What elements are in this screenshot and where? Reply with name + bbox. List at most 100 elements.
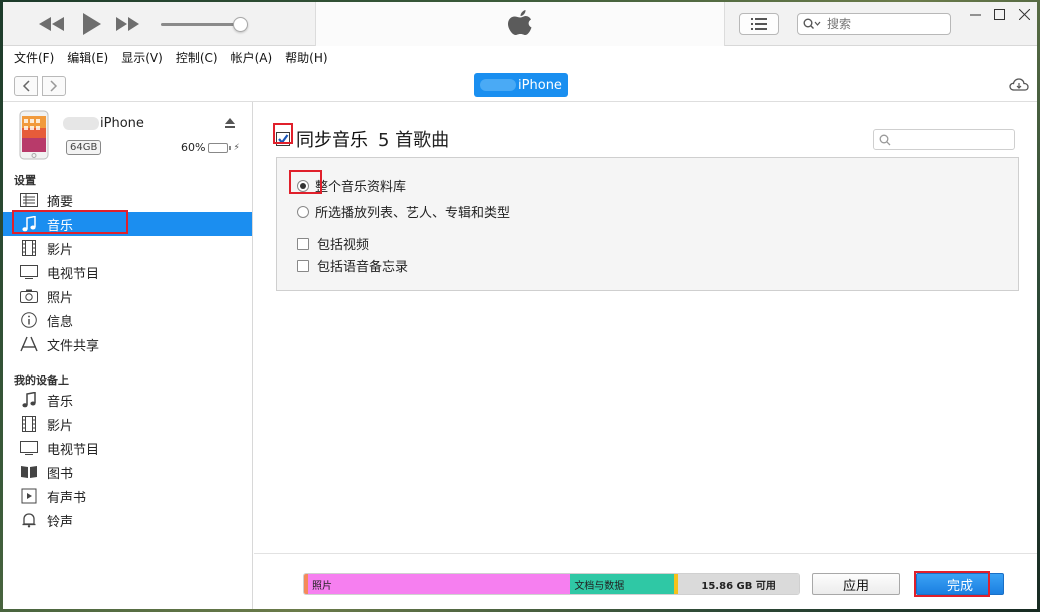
sidebar-item-file-sharing[interactable]: 文件共享	[3, 332, 252, 356]
selected-items-radio[interactable]	[297, 205, 309, 218]
battery-percent: 60%	[181, 141, 206, 154]
info-icon	[21, 312, 37, 328]
sidebar-item-device-ringtones[interactable]: 铃声	[3, 508, 252, 532]
sidebar-item-label: 铃声	[47, 514, 74, 530]
option-label: 整个音乐资料库	[315, 180, 407, 195]
entire-library-radio[interactable]	[297, 179, 309, 192]
option-label: 所选播放列表、艺人、专辑和类型	[315, 206, 511, 221]
bell-icon	[22, 513, 36, 528]
option-include-videos[interactable]: 包括视频	[297, 234, 369, 253]
forward-button[interactable]	[42, 76, 66, 96]
menu-controls[interactable]: 控制(C)	[176, 49, 218, 66]
iphone-icon	[19, 110, 49, 160]
tv-icon	[20, 265, 38, 279]
next-track-button[interactable]	[113, 10, 143, 38]
sidebar-item-music[interactable]: 音乐	[3, 212, 252, 236]
sidebar-item-label: 摘要	[47, 194, 74, 210]
storage-segment: 文档与数据	[570, 574, 675, 594]
device-button[interactable]: iPhone	[474, 73, 568, 97]
sidebar-item-device-audiobooks[interactable]: 有声书	[3, 484, 252, 508]
sidebar-item-label: 文件共享	[47, 338, 100, 354]
cloud-icon[interactable]	[1009, 77, 1029, 93]
list-view-button[interactable]	[739, 13, 779, 35]
maximize-icon	[993, 8, 1005, 20]
film-icon	[22, 416, 36, 432]
sidebar-item-label: 音乐	[47, 218, 74, 234]
rewind-icon	[39, 17, 64, 31]
sidebar-item-label: 信息	[47, 314, 74, 330]
sidebar-item-label: 音乐	[47, 394, 74, 410]
eject-icon[interactable]	[223, 116, 237, 130]
sidebar-item-summary[interactable]: 摘要	[3, 188, 252, 212]
sidebar-item-device-tv-shows[interactable]: 电视节目	[3, 436, 252, 460]
sidebar-item-label: 影片	[47, 242, 74, 258]
sidebar-item-movies[interactable]: 影片	[3, 236, 252, 260]
sidebar-item-device-movies[interactable]: 影片	[3, 412, 252, 436]
device-info: iPhone 64GB 60% ⚡	[3, 102, 253, 166]
search-icon	[803, 18, 821, 29]
tv-icon	[20, 441, 38, 455]
maximize-button[interactable]	[988, 5, 1010, 23]
audiobook-icon	[21, 488, 37, 504]
apply-button[interactable]: 应用	[812, 573, 900, 595]
chevron-right-icon	[50, 80, 58, 92]
storage-bar: 照片 文档与数据 15.86 GB 可用	[303, 573, 800, 595]
sidebar: iPhone 64GB 60% ⚡ 设置 摘要 音乐 影片 电视节目 照片 信息…	[3, 102, 253, 609]
sidebar-item-info[interactable]: 信息	[3, 308, 252, 332]
include-voice-memos-checkbox[interactable]	[297, 259, 309, 272]
sidebar-item-tv-shows[interactable]: 电视节目	[3, 260, 252, 284]
on-device-section-title: 我的设备上	[14, 374, 69, 387]
apple-logo-icon	[508, 10, 532, 35]
main-content: 同步音乐 5 首歌曲 整个音乐资料库 所选播放列表、艺人、专辑和类型 包括视频 …	[254, 102, 1037, 609]
previous-track-button[interactable]	[37, 10, 67, 38]
search-input[interactable]	[827, 17, 937, 31]
itunes-window: 文件(F) 编辑(E) 显示(V) 控制(C) 帐户(A) 帮助(H) iPho…	[3, 2, 1037, 609]
settings-section-title: 设置	[14, 174, 36, 187]
title-bar	[3, 2, 1037, 46]
back-button[interactable]	[14, 76, 38, 96]
sidebar-item-label: 照片	[47, 290, 74, 306]
play-button[interactable]	[77, 10, 107, 38]
app-store-icon	[20, 336, 38, 352]
menu-account[interactable]: 帐户(A)	[231, 49, 273, 66]
sync-music-title: 同步音乐	[296, 130, 368, 151]
menu-bar: 文件(F) 编辑(E) 显示(V) 控制(C) 帐户(A) 帮助(H)	[3, 46, 1037, 68]
sync-header: 同步音乐 5 首歌曲	[276, 126, 449, 152]
capacity-badge: 64GB	[66, 140, 102, 155]
storage-segment: 15.86 GB 可用	[678, 574, 799, 594]
status-display	[315, 2, 725, 46]
menu-view[interactable]: 显示(V)	[121, 49, 163, 66]
menu-file[interactable]: 文件(F)	[14, 49, 54, 66]
menu-help[interactable]: 帮助(H)	[285, 49, 327, 66]
sidebar-item-device-music[interactable]: 音乐	[3, 388, 252, 412]
sidebar-item-photos[interactable]: 照片	[3, 284, 252, 308]
chevron-left-icon	[22, 80, 30, 92]
list-icon	[751, 18, 767, 30]
sync-music-checkbox[interactable]	[276, 132, 290, 146]
charging-icon: ⚡	[233, 142, 240, 153]
sync-options-panel: 整个音乐资料库 所选播放列表、艺人、专辑和类型 包括视频 包括语音备忘录	[276, 157, 1019, 291]
search-field[interactable]	[797, 13, 951, 35]
redacted-name	[480, 79, 517, 91]
close-button[interactable]	[1013, 5, 1035, 23]
play-icon	[83, 13, 101, 35]
include-videos-checkbox[interactable]	[297, 237, 309, 250]
film-icon	[22, 240, 36, 256]
done-button[interactable]: 完成	[916, 573, 1004, 595]
volume-slider-knob[interactable]	[233, 17, 248, 32]
book-icon	[21, 466, 37, 478]
song-count: 5 首歌曲	[378, 130, 450, 151]
minimize-button[interactable]	[964, 5, 986, 23]
sidebar-item-device-books[interactable]: 图书	[3, 460, 252, 484]
bottom-bar: 照片 文档与数据 15.86 GB 可用 应用 完成	[254, 553, 1037, 609]
option-label: 包括视频	[317, 238, 370, 253]
menu-edit[interactable]: 编辑(E)	[67, 49, 108, 66]
option-selected-items[interactable]: 所选播放列表、艺人、专辑和类型	[297, 202, 510, 221]
sidebar-item-label: 有声书	[47, 490, 87, 506]
option-entire-library[interactable]: 整个音乐资料库	[297, 176, 406, 195]
volume-slider-track[interactable]	[161, 23, 243, 26]
option-include-voice-memos[interactable]: 包括语音备忘录	[297, 256, 408, 275]
content-search-field[interactable]	[873, 129, 1015, 150]
sidebar-item-label: 电视节目	[47, 266, 100, 282]
music-note-icon	[22, 392, 36, 408]
